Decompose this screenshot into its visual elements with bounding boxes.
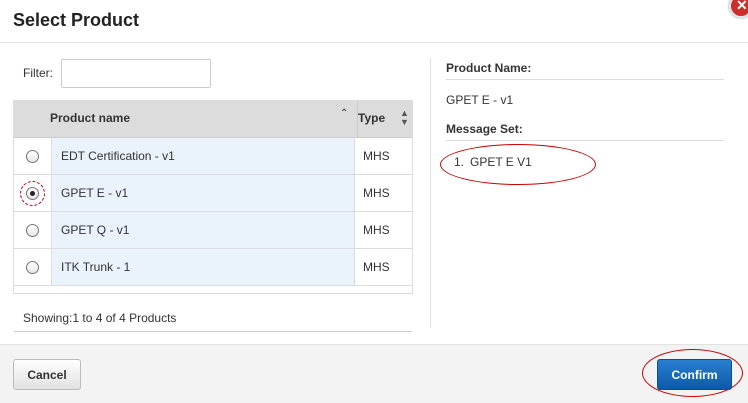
product-name-cell[interactable]: EDT Certification - v1 <box>51 138 354 174</box>
product-name-value: GPET E - v1 <box>446 93 514 107</box>
column-header-type-cell[interactable]: Type ▲ ▼ <box>357 101 412 138</box>
product-type: MHS <box>363 186 390 200</box>
row-radio[interactable] <box>26 150 39 163</box>
product-type-cell[interactable]: MHS <box>354 249 412 285</box>
dialog-footer: Cancel Confirm <box>0 344 748 403</box>
divider <box>446 140 724 141</box>
sort-both-icon[interactable]: ▲ ▼ <box>400 109 409 127</box>
row-radio[interactable] <box>26 224 39 237</box>
message-set-label: Message Set: <box>446 122 523 136</box>
filter-input[interactable] <box>61 59 211 88</box>
product-name-label: Product Name: <box>446 61 532 75</box>
column-header-type[interactable]: Type <box>358 111 385 125</box>
filter-label: Filter: <box>23 66 53 80</box>
message-set-name: GPET E V1 <box>470 155 532 169</box>
table-row[interactable]: GPET Q - v1 MHS <box>14 212 412 249</box>
close-icon[interactable]: ✕ <box>729 0 748 18</box>
cancel-button[interactable]: Cancel <box>13 359 81 390</box>
product-name: GPET E - v1 <box>61 186 129 200</box>
message-set-item: 1. GPET E V1 <box>454 155 532 169</box>
product-name-cell[interactable]: ITK Trunk - 1 <box>51 249 354 285</box>
radio-cell <box>14 138 51 174</box>
product-details-panel: Product Name: GPET E - v1 Message Set: 1… <box>440 44 726 324</box>
list-number: 1. <box>454 155 465 169</box>
dialog-header: Select Product ✕ <box>0 0 748 43</box>
row-radio-selected[interactable] <box>26 187 39 200</box>
radio-cell <box>14 249 51 285</box>
product-list-panel: Filter: Product name ⌃ Type ▲ ▼ EDT Certi… <box>0 44 430 332</box>
column-header-product-name[interactable]: Product name <box>50 111 130 125</box>
product-table: Product name ⌃ Type ▲ ▼ EDT Certification… <box>13 100 413 332</box>
radio-cell <box>14 175 51 211</box>
row-radio[interactable] <box>26 261 39 274</box>
divider <box>446 79 724 80</box>
pagination-summary: Showing:1 to 4 of 4 Products <box>23 311 177 325</box>
product-type-cell[interactable]: MHS <box>354 175 412 211</box>
dialog-title: Select Product <box>13 10 140 30</box>
product-type-cell[interactable]: MHS <box>354 212 412 248</box>
product-name: GPET Q - v1 <box>61 223 130 237</box>
product-type: MHS <box>363 223 390 237</box>
table-header: Product name ⌃ Type ▲ ▼ <box>14 101 412 138</box>
confirm-button[interactable]: Confirm <box>657 359 732 390</box>
table-bottom-divider <box>14 331 412 332</box>
sort-ascending-icon[interactable]: ⌃ <box>340 108 348 119</box>
product-name-cell[interactable]: GPET Q - v1 <box>51 212 354 248</box>
product-name-cell[interactable]: GPET E - v1 <box>51 175 354 211</box>
product-type: MHS <box>363 260 390 274</box>
table-row[interactable]: ITK Trunk - 1 MHS <box>14 249 412 286</box>
table-row[interactable]: EDT Certification - v1 MHS <box>14 138 412 175</box>
product-type: MHS <box>363 149 390 163</box>
table-row[interactable]: GPET E - v1 MHS <box>14 175 412 212</box>
radio-cell <box>14 212 51 248</box>
panel-divider <box>430 58 431 328</box>
product-name: EDT Certification - v1 <box>61 149 175 163</box>
product-name: ITK Trunk - 1 <box>61 260 131 274</box>
product-type-cell[interactable]: MHS <box>354 138 412 174</box>
select-product-dialog: Select Product ✕ Filter: Product name ⌃ … <box>0 0 748 403</box>
